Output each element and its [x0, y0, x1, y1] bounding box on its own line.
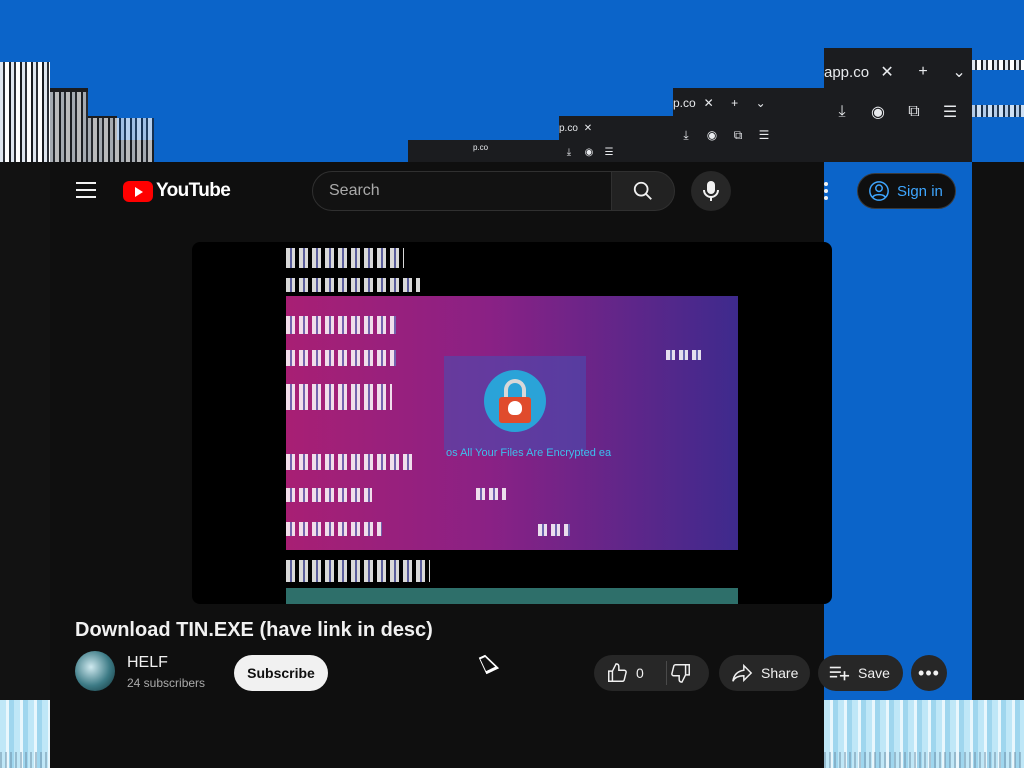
- youtube-logo[interactable]: YouTube: [123, 180, 231, 202]
- menu-icon[interactable]: ☰: [751, 128, 777, 142]
- tab-title[interactable]: p.co: [673, 96, 696, 110]
- more-actions-button[interactable]: •••: [911, 655, 947, 691]
- youtube-play-icon: [123, 180, 153, 202]
- glitch-artifact: [538, 524, 570, 536]
- glitch-artifact: [972, 60, 1024, 70]
- save-label: Save: [858, 665, 890, 681]
- browser-chrome-fragment: [0, 162, 50, 700]
- glitch-artifact: [286, 350, 396, 366]
- glitch-artifact: [0, 62, 50, 162]
- share-label: Share: [761, 665, 799, 681]
- glitch-artifact: [286, 454, 412, 470]
- voice-search-button[interactable]: [691, 171, 731, 211]
- extensions-icon[interactable]: ⧉: [896, 103, 932, 121]
- chevron-down-icon[interactable]: ⌄: [748, 96, 774, 110]
- video-frame-bottom: [286, 588, 738, 604]
- share-button[interactable]: Share: [719, 655, 810, 691]
- download-icon[interactable]: ⤓: [824, 103, 860, 121]
- sign-in-label: Sign in: [897, 182, 943, 200]
- menu-icon[interactable]: ☰: [932, 102, 968, 122]
- account-icon[interactable]: ◉: [699, 128, 725, 142]
- tab-strip-fragment: p.co: [473, 140, 488, 154]
- channel-name[interactable]: HELF: [127, 654, 168, 672]
- tab-strip-fragment: p.co ✕ + ⌄: [673, 92, 774, 114]
- desktop-wallpaper: [824, 700, 1024, 768]
- glitch-artifact: [286, 560, 430, 582]
- ransom-caption: os All Your Files Are Encrypted ea: [446, 447, 612, 459]
- glitch-artifact: [286, 316, 396, 334]
- padlock-icon: [484, 370, 546, 432]
- account-circle-icon: [869, 181, 889, 201]
- close-icon[interactable]: ✕: [578, 123, 598, 134]
- skull-icon: [508, 401, 522, 415]
- ransomware-panel: [444, 356, 586, 450]
- glitch-artifact: [117, 116, 559, 140]
- youtube-page: YouTube Search Sign in os All Your Files…: [50, 162, 956, 768]
- browser-chrome-fragment: [972, 162, 1024, 700]
- logo-text: YouTube: [156, 180, 231, 201]
- toolbar-fragment: ⤓ ◉ ☰: [559, 144, 619, 160]
- search-icon: [633, 181, 652, 200]
- extensions-icon[interactable]: ⧉: [725, 128, 751, 143]
- search-input[interactable]: Search: [312, 171, 612, 211]
- tab-strip-fragment: app.co ✕ + ⌄: [824, 60, 977, 84]
- desktop-wallpaper: [0, 700, 50, 768]
- new-tab-icon[interactable]: +: [722, 96, 748, 110]
- thumbs-up-icon[interactable]: [606, 662, 628, 684]
- glitch-artifact: [666, 350, 702, 360]
- thumbs-down-icon[interactable]: [670, 662, 692, 684]
- new-tab-icon[interactable]: +: [905, 63, 941, 81]
- masthead: YouTube Search Sign in: [50, 162, 1024, 220]
- tab-strip-fragment: p.co ✕: [559, 119, 598, 137]
- glitch-artifact: [88, 88, 673, 116]
- hamburger-menu-icon[interactable]: [76, 182, 96, 198]
- glitch-artifact: [50, 92, 88, 162]
- toolbar-fragment: ⤓ ◉ ⧉ ☰: [824, 100, 968, 124]
- search-button[interactable]: [611, 171, 675, 211]
- like-count: 0: [636, 665, 644, 681]
- tab-title[interactable]: p.co: [559, 123, 578, 134]
- screen: app.co ✕ + ⌄ ⤓ ◉ ⧉ ☰ p.co ✕ + ⌄ ⤓ ◉ ⧉ ☰ …: [0, 0, 1024, 768]
- account-icon[interactable]: ◉: [860, 102, 896, 122]
- channel-avatar[interactable]: [75, 651, 115, 691]
- close-icon[interactable]: ✕: [696, 96, 722, 110]
- subscriber-count: 24 subscribers: [127, 676, 206, 690]
- download-icon[interactable]: ⤓: [559, 147, 579, 158]
- glitch-artifact: [972, 105, 1024, 117]
- glitch-artifact: [50, 48, 824, 88]
- share-icon: [732, 663, 753, 683]
- video-player[interactable]: os All Your Files Are Encrypted ea: [192, 242, 832, 604]
- video-frame: os All Your Files Are Encrypted ea: [286, 296, 738, 550]
- glitch-artifact: [286, 384, 392, 410]
- microphone-icon: [703, 181, 719, 201]
- glitch-artifact: [286, 278, 420, 292]
- sign-in-button[interactable]: Sign in: [857, 173, 956, 209]
- chevron-down-icon[interactable]: ⌄: [941, 62, 977, 82]
- save-button[interactable]: Save: [818, 655, 903, 691]
- close-icon[interactable]: ✕: [869, 62, 905, 82]
- download-icon[interactable]: ⤓: [673, 128, 699, 143]
- video-title: Download TIN.EXE (have link in desc): [75, 619, 433, 641]
- tab-title[interactable]: app.co: [824, 64, 869, 81]
- tab-title[interactable]: p.co: [473, 143, 488, 152]
- glitch-artifact: [286, 248, 404, 268]
- glitch-artifact: [88, 118, 154, 162]
- toolbar-fragment: ⤓ ◉ ⧉ ☰: [673, 124, 777, 146]
- like-dislike-group: 0: [594, 655, 709, 691]
- account-icon[interactable]: ◉: [579, 147, 599, 158]
- subscribe-button[interactable]: Subscribe: [234, 655, 328, 691]
- glitch-artifact: [286, 488, 372, 502]
- glitch-artifact: [476, 488, 506, 500]
- menu-icon[interactable]: ☰: [599, 147, 619, 158]
- playlist-add-icon: [829, 666, 850, 681]
- glitch-artifact: [154, 140, 408, 162]
- more-horizontal-icon: •••: [918, 662, 940, 683]
- settings-more-icon[interactable]: [824, 182, 830, 200]
- glitch-artifact: [286, 522, 382, 536]
